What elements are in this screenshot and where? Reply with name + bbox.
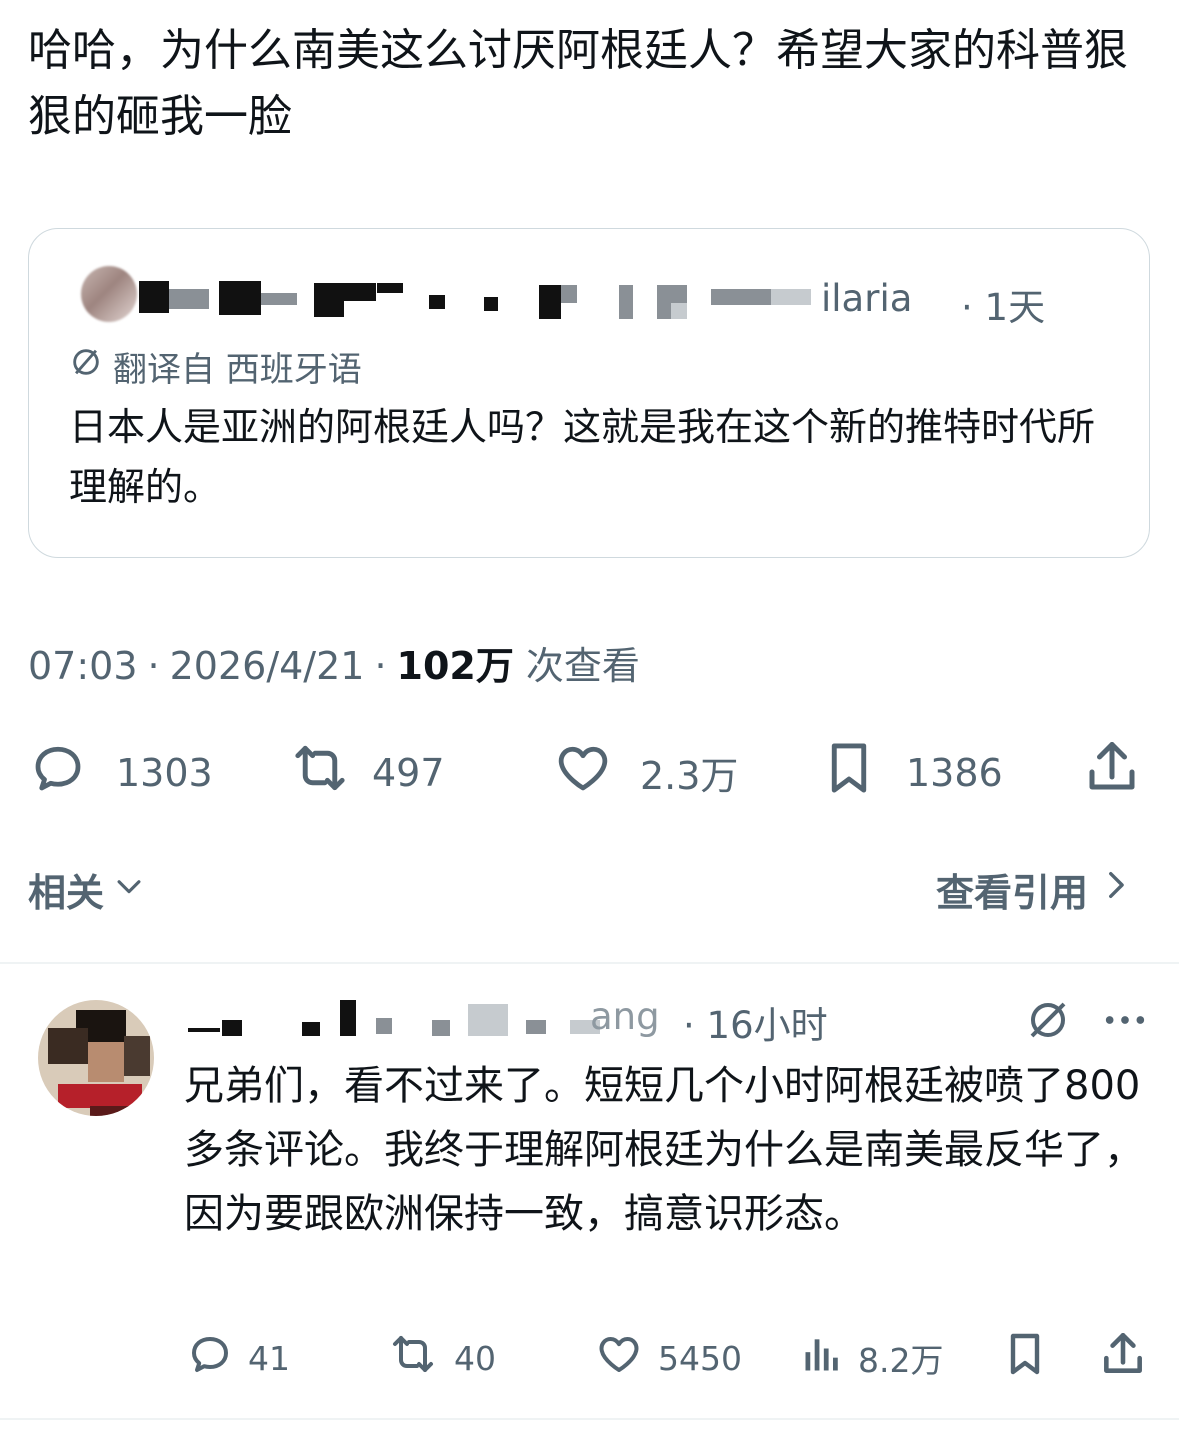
more-options-button[interactable]: [1102, 1000, 1148, 1044]
translate-icon: [1024, 1002, 1072, 1048]
heart-icon: [552, 738, 614, 807]
heart-icon: [594, 1330, 644, 1386]
more-icon: [1102, 1016, 1148, 1044]
repost-count: 497: [372, 750, 445, 795]
reply-view-count: 8.2万: [858, 1341, 944, 1380]
reply-like-button[interactable]: 5450: [594, 1330, 742, 1386]
reply-icon: [186, 1330, 234, 1386]
post-date: 2026/4/21: [169, 644, 365, 688]
view-quotes-label: 查看引用: [936, 871, 1089, 915]
like-count: 2.3万: [640, 754, 739, 798]
post-meta: 07:03 · 2026/4/21 · 102万 次查看: [28, 635, 640, 690]
quote-timestamp[interactable]: · 1天: [961, 277, 1045, 331]
repost-icon: [386, 1330, 440, 1386]
reply-reply-button[interactable]: 41: [186, 1330, 290, 1386]
reply-icon: [28, 738, 88, 807]
reply-avatar[interactable]: [38, 1000, 154, 1116]
bookmark-count: 1386: [906, 750, 1003, 795]
translate-reply-button[interactable]: [1024, 996, 1072, 1048]
translate-icon: [69, 345, 113, 388]
chevron-down-icon: [112, 868, 146, 912]
translated-from-label: 翻译自 西班牙语: [113, 350, 362, 390]
reply-reply-count: 41: [248, 1338, 290, 1378]
quoted-tweet-card[interactable]: ilaria · 1天 翻译自 西班牙语 日本人是亚洲的阿根廷人吗？这就是我在这…: [28, 228, 1150, 558]
quote-text: 日本人是亚洲的阿根廷人吗？这就是我在这个新的推特时代所理解的。: [69, 405, 1096, 509]
quote-author-name-blurred[interactable]: [119, 267, 819, 319]
reply-author-name-tail[interactable]: ang: [590, 995, 660, 1038]
like-button[interactable]: 2.3万: [552, 738, 738, 807]
reply-like-count: 5450: [658, 1338, 742, 1378]
related-label: 相关: [28, 871, 105, 915]
meta-separator: ·: [147, 644, 160, 688]
repost-button[interactable]: 497: [288, 738, 445, 807]
reply-count: 1303: [116, 750, 213, 795]
view-quotes-link[interactable]: 查看引用: [936, 862, 1132, 917]
section-divider: [0, 1418, 1179, 1420]
view-count: 102万: [396, 644, 514, 688]
post-text: 哈哈，为什么南美这么讨厌阿根廷人？希望大家的科普狠狠的砸我一脸: [28, 25, 1128, 142]
repost-icon: [288, 738, 352, 807]
meta-separator: ·: [374, 644, 387, 688]
share-icon: [1082, 736, 1142, 807]
chevron-right-icon: [1098, 866, 1132, 913]
reply-share-button[interactable]: [1098, 1328, 1148, 1388]
post-time: 07:03: [28, 644, 138, 688]
bookmark-icon: [1002, 1330, 1048, 1386]
section-divider: [0, 962, 1179, 964]
related-toggle[interactable]: 相关: [28, 862, 146, 917]
reply-bookmark-button[interactable]: [1002, 1330, 1048, 1386]
share-icon: [1098, 1328, 1148, 1388]
reply-repost-button[interactable]: 40: [386, 1330, 496, 1386]
bookmark-button[interactable]: 1386: [822, 738, 1003, 807]
share-button[interactable]: [1082, 736, 1142, 807]
reply-repost-count: 40: [454, 1338, 496, 1378]
view-count-label: 次查看: [525, 644, 640, 688]
reply-timestamp[interactable]: · 16小时: [683, 995, 828, 1049]
reply-views-button[interactable]: 8.2万: [800, 1330, 943, 1386]
reply-text: 兄弟们，看不过来了。短短几个小时阿根廷被喷了800多条评论。我终于理解阿根廷为什…: [184, 1063, 1144, 1237]
translated-label-row: 翻译自 西班牙语: [69, 342, 362, 391]
quote-author-name-tail[interactable]: ilaria: [821, 277, 912, 320]
reply-button[interactable]: 1303: [28, 738, 213, 807]
views-chart-icon: [800, 1330, 844, 1386]
bookmark-icon: [822, 738, 876, 807]
